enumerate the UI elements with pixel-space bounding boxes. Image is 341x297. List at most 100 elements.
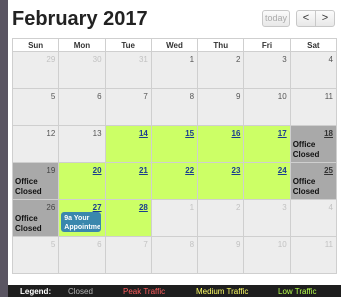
day-cell[interactable]: 28 — [104, 199, 152, 237]
day-number[interactable]: 19 — [46, 166, 55, 175]
weekday-header: Wed — [150, 38, 199, 52]
day-number[interactable]: 18 — [324, 129, 333, 138]
day-number: 12 — [46, 129, 56, 138]
day-number[interactable]: 14 — [139, 129, 148, 138]
calendar-body: 29 30 31 1 2 3 4 5 6 7 8 9 10 11 12 13 14 15 16 17 18 Office … — [11, 51, 338, 274]
day-cell-other-month[interactable]: 2 — [197, 199, 245, 237]
day-cell[interactable]: 4 — [289, 51, 338, 89]
appointment-event[interactable]: 9a Your Appointment — [61, 212, 102, 232]
day-cell[interactable]: 22 — [150, 162, 199, 200]
day-number[interactable]: 20 — [93, 166, 102, 175]
prev-month-button[interactable]: < — [296, 10, 316, 27]
day-number: 29 — [46, 55, 56, 64]
office-closed-label: Office Closed — [292, 177, 320, 196]
day-number: 3 — [282, 203, 287, 212]
day-number: 7 — [143, 240, 148, 249]
day-number: 10 — [277, 92, 287, 101]
day-cell[interactable]: 279a Your Appointment — [58, 199, 106, 237]
office-closed-label: Office Closed — [15, 177, 42, 196]
day-cell[interactable]: 26 Office Closed — [11, 199, 60, 237]
day-cell[interactable]: 17 — [243, 125, 291, 163]
legend-medium-traffic: Medium Traffic — [196, 287, 249, 296]
day-cell-other-month[interactable]: 7 — [104, 236, 152, 274]
day-cell-other-month[interactable]: 11 — [289, 236, 338, 274]
day-number: 1 — [189, 55, 195, 64]
day-cell[interactable]: 14 — [104, 125, 152, 163]
day-cell-other-month[interactable]: 31 — [104, 51, 152, 89]
day-number: 30 — [92, 55, 102, 64]
day-cell-other-month[interactable]: 3 — [243, 199, 291, 237]
legend-peak-traffic: Peak Traffic — [123, 287, 166, 296]
day-number[interactable]: 15 — [185, 129, 194, 138]
event-time: 9a — [64, 215, 73, 222]
month-grid: Sun Mon Tue Wed Thu Fri Sat 29 30 31 1 2 3 4 5 6… — [11, 38, 338, 274]
day-number[interactable]: 21 — [139, 166, 148, 175]
day-cell[interactable]: 11 — [289, 88, 338, 126]
next-month-button[interactable]: > — [315, 10, 335, 27]
office-closed-label: Office Closed — [15, 214, 42, 233]
day-cell[interactable]: 1 — [150, 51, 199, 89]
day-cell-other-month[interactable]: 29 — [11, 51, 60, 89]
day-cell-other-month[interactable]: 1 — [150, 199, 199, 237]
day-number[interactable]: 28 — [139, 203, 148, 212]
weekday-header: Sat — [289, 38, 338, 52]
week-row: 5 6 7 8 9 10 11 — [11, 236, 338, 274]
day-cell-other-month[interactable]: 9 — [197, 236, 245, 274]
office-closed-label: Office Closed — [292, 140, 320, 159]
day-number: 3 — [282, 55, 287, 64]
day-cell[interactable]: 23 — [197, 162, 245, 200]
day-number: 9 — [235, 92, 241, 101]
day-number[interactable]: 22 — [185, 166, 194, 175]
day-cell[interactable]: 6 — [58, 88, 106, 126]
day-cell[interactable]: 7 — [104, 88, 152, 126]
day-number: 2 — [235, 55, 241, 64]
calendar-widget: February 2017 today < > Sun Mon Tue Wed … — [8, 0, 341, 297]
day-cell[interactable]: 12 — [11, 125, 60, 163]
day-number: 5 — [50, 240, 56, 249]
day-number: 6 — [97, 92, 102, 101]
day-cell[interactable]: 3 — [243, 51, 291, 89]
day-cell[interactable]: 10 — [243, 88, 291, 126]
weekday-header: Fri — [243, 38, 291, 52]
day-number[interactable]: 23 — [232, 166, 241, 175]
day-cell[interactable]: 9 — [197, 88, 245, 126]
day-number: 8 — [189, 92, 195, 101]
day-cell[interactable]: 5 — [11, 88, 60, 126]
today-button[interactable]: today — [262, 10, 290, 27]
day-cell[interactable]: 16 — [197, 125, 245, 163]
day-number[interactable]: 16 — [232, 129, 241, 138]
day-cell[interactable]: 15 — [150, 125, 199, 163]
day-number: 1 — [189, 203, 195, 212]
day-cell[interactable]: 2 — [197, 51, 245, 89]
week-row: 19 Office Closed 20 21 22 23 24 25 Office Closed — [11, 162, 338, 200]
day-cell[interactable]: 19 Office Closed — [11, 162, 60, 200]
day-cell[interactable]: 18 Office Closed — [289, 125, 338, 163]
day-cell-other-month[interactable]: 6 — [58, 236, 106, 274]
day-cell-other-month[interactable]: 30 — [58, 51, 106, 89]
day-number[interactable]: 26 — [46, 203, 55, 212]
day-number: 9 — [235, 240, 241, 249]
day-number[interactable]: 27 — [93, 203, 102, 212]
day-cell[interactable]: 20 — [58, 162, 106, 200]
day-cell[interactable]: 21 — [104, 162, 152, 200]
day-cell-other-month[interactable]: 5 — [11, 236, 60, 274]
day-number: 7 — [143, 92, 148, 101]
day-number[interactable]: 24 — [278, 166, 287, 175]
day-number[interactable]: 25 — [324, 166, 333, 175]
week-row: 5 6 7 8 9 10 11 — [11, 88, 338, 126]
weekday-header-row: Sun Mon Tue Wed Thu Fri Sat — [11, 38, 338, 52]
legend-closed: Closed — [68, 287, 93, 296]
day-cell-other-month[interactable]: 10 — [243, 236, 291, 274]
day-cell-other-month[interactable]: 8 — [150, 236, 199, 274]
weekday-header: Sun — [11, 38, 60, 52]
day-number: 31 — [138, 55, 148, 64]
day-number[interactable]: 17 — [278, 129, 287, 138]
day-cell[interactable]: 8 — [150, 88, 199, 126]
day-cell[interactable]: 24 — [243, 162, 291, 200]
day-cell-other-month[interactable]: 4 — [289, 199, 338, 237]
day-number: 11 — [324, 92, 333, 101]
day-number: 6 — [97, 240, 102, 249]
day-cell[interactable]: 25 Office Closed — [289, 162, 338, 200]
month-title: February 2017 — [12, 8, 148, 30]
day-cell[interactable]: 13 — [58, 125, 106, 163]
